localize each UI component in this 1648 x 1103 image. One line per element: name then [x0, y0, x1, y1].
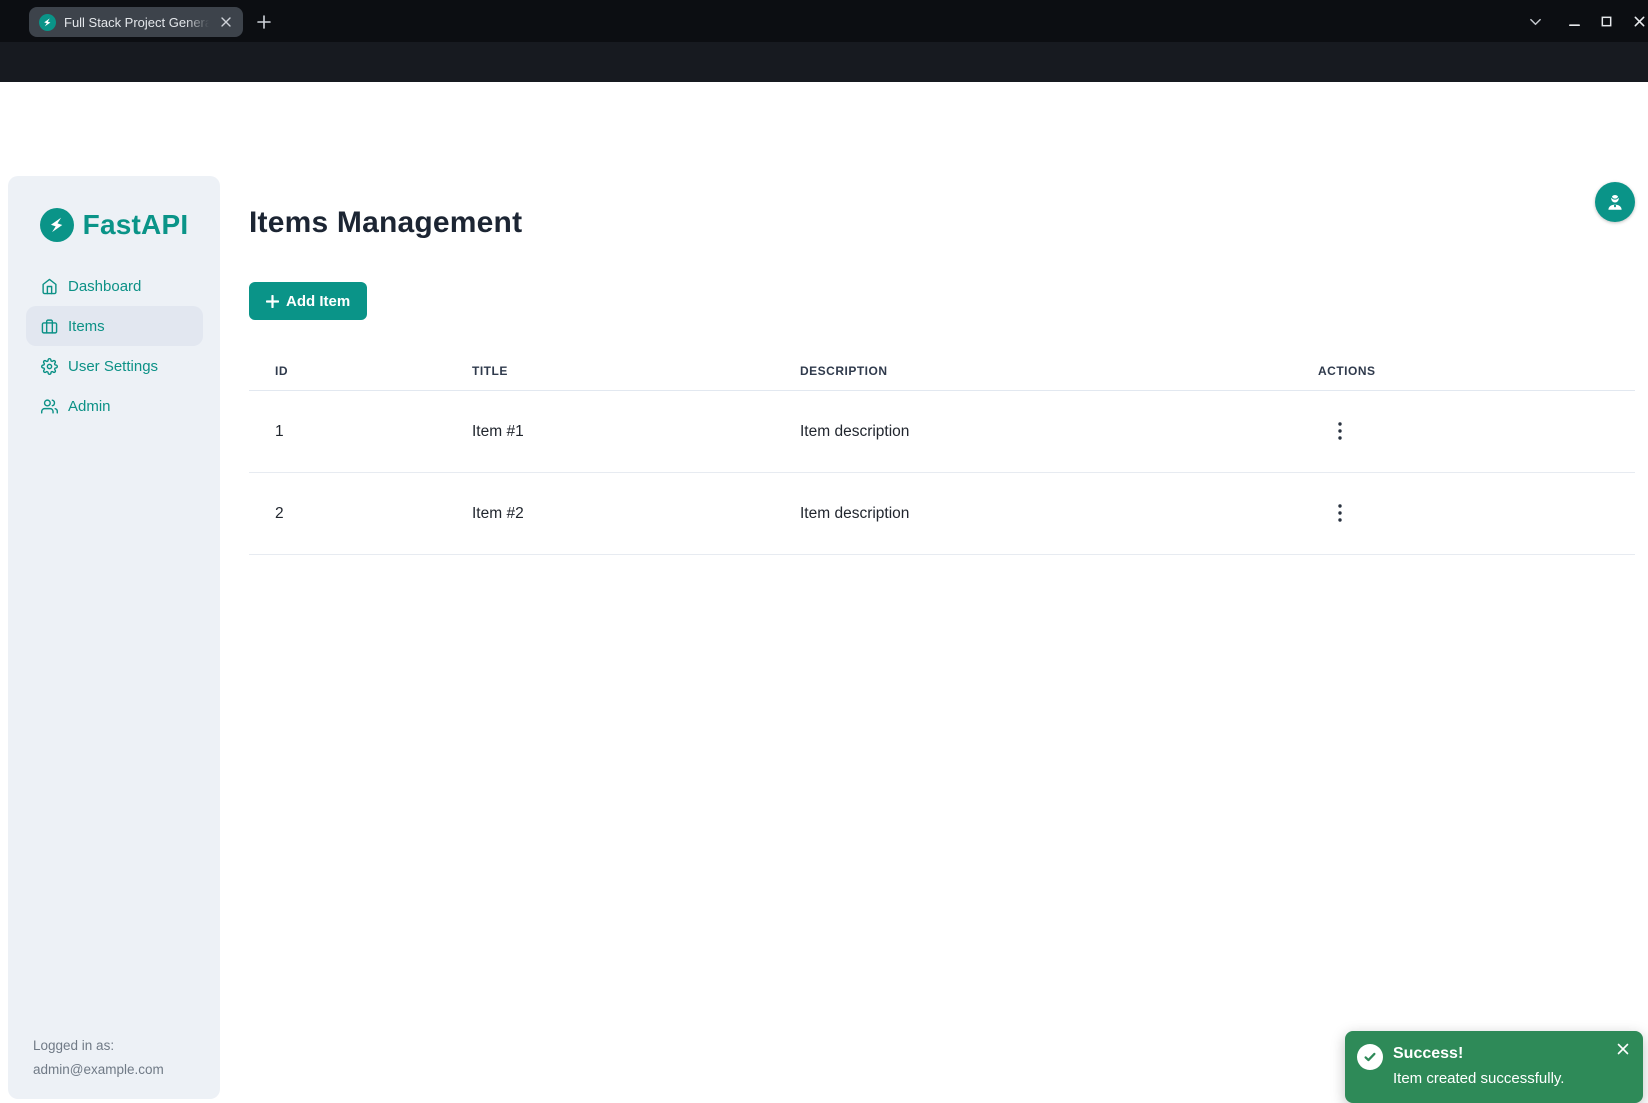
sidebar-item-dashboard[interactable]: Dashboard [26, 266, 203, 306]
lightning-favicon-icon [39, 14, 56, 31]
sidebar-nav: Dashboard Items User Settings Admin [8, 266, 220, 426]
app-logo: FastAPI [8, 208, 220, 242]
sidebar-item-user-settings[interactable]: User Settings [26, 346, 203, 386]
header-title: TITLE [472, 352, 800, 391]
kebab-menu-icon [1338, 422, 1342, 440]
sidebar-footer: Logged in as: admin@example.com [33, 1034, 164, 1082]
sidebar-item-label: Items [68, 318, 105, 335]
header-actions: ACTIONS [1318, 352, 1635, 391]
browser-tab[interactable]: Full Stack Project Genera [29, 7, 243, 37]
logged-in-label: Logged in as: [33, 1034, 164, 1058]
home-icon [41, 278, 58, 295]
page-title: Items Management [249, 206, 522, 240]
gear-icon [41, 358, 58, 375]
sidebar-item-label: User Settings [68, 358, 158, 375]
items-table: ID TITLE DESCRIPTION ACTIONS 1 Item #1 I… [249, 352, 1635, 555]
header-description: DESCRIPTION [800, 352, 1318, 391]
table-row: 1 Item #1 Item description [249, 391, 1635, 473]
sidebar: FastAPI Dashboard Items User Settings Ad… [8, 176, 220, 1099]
add-item-label: Add Item [286, 293, 350, 310]
plus-icon [266, 295, 279, 308]
sidebar-item-items[interactable]: Items [26, 306, 203, 346]
sidebar-item-label: Admin [68, 398, 111, 415]
cell-description: Item description [800, 391, 1318, 473]
window-close-button[interactable] [1629, 11, 1648, 31]
sidebar-item-admin[interactable]: Admin [26, 386, 203, 426]
add-item-button[interactable]: Add Item [249, 282, 367, 320]
sidebar-item-label: Dashboard [68, 278, 141, 295]
browser-titlebar: Full Stack Project Genera [0, 0, 1648, 42]
cell-description: Item description [800, 473, 1318, 555]
logged-in-email: admin@example.com [33, 1058, 164, 1082]
header-id: ID [249, 352, 472, 391]
new-tab-button[interactable] [254, 12, 274, 32]
briefcase-icon [41, 318, 58, 335]
cell-id: 2 [249, 473, 472, 555]
kebab-menu-icon [1338, 504, 1342, 522]
window-maximize-button[interactable] [1596, 11, 1616, 31]
cell-id: 1 [249, 391, 472, 473]
user-avatar-icon [1604, 191, 1626, 213]
window-minimize-button[interactable] [1564, 11, 1584, 31]
table-header-row: ID TITLE DESCRIPTION ACTIONS [249, 352, 1635, 391]
tab-title: Full Stack Project Genera [64, 15, 212, 30]
row-actions-button[interactable] [1332, 500, 1348, 526]
app-content: FastAPI Dashboard Items User Settings Ad… [0, 82, 1648, 1025]
check-circle-icon [1357, 1044, 1383, 1070]
table-row: 2 Item #2 Item description [249, 473, 1635, 555]
cell-title: Item #1 [472, 391, 800, 473]
close-icon [1617, 1043, 1629, 1055]
toast-close-button[interactable] [1613, 1039, 1633, 1059]
lightning-logo-icon [40, 208, 74, 242]
app-logo-text: FastAPI [83, 209, 189, 241]
row-actions-button[interactable] [1332, 418, 1348, 444]
toast-title: Success! [1393, 1045, 1463, 1063]
user-menu-button[interactable] [1595, 182, 1635, 222]
tab-search-chevron-icon[interactable] [1525, 11, 1545, 31]
success-toast: Success! Item created successfully. [1345, 1031, 1643, 1103]
browser-toolbar: i localhost/items 1 [0, 42, 1648, 82]
users-icon [41, 398, 58, 415]
toast-message: Item created successfully. [1393, 1070, 1564, 1087]
cell-title: Item #2 [472, 473, 800, 555]
tab-close-icon[interactable] [217, 13, 235, 31]
